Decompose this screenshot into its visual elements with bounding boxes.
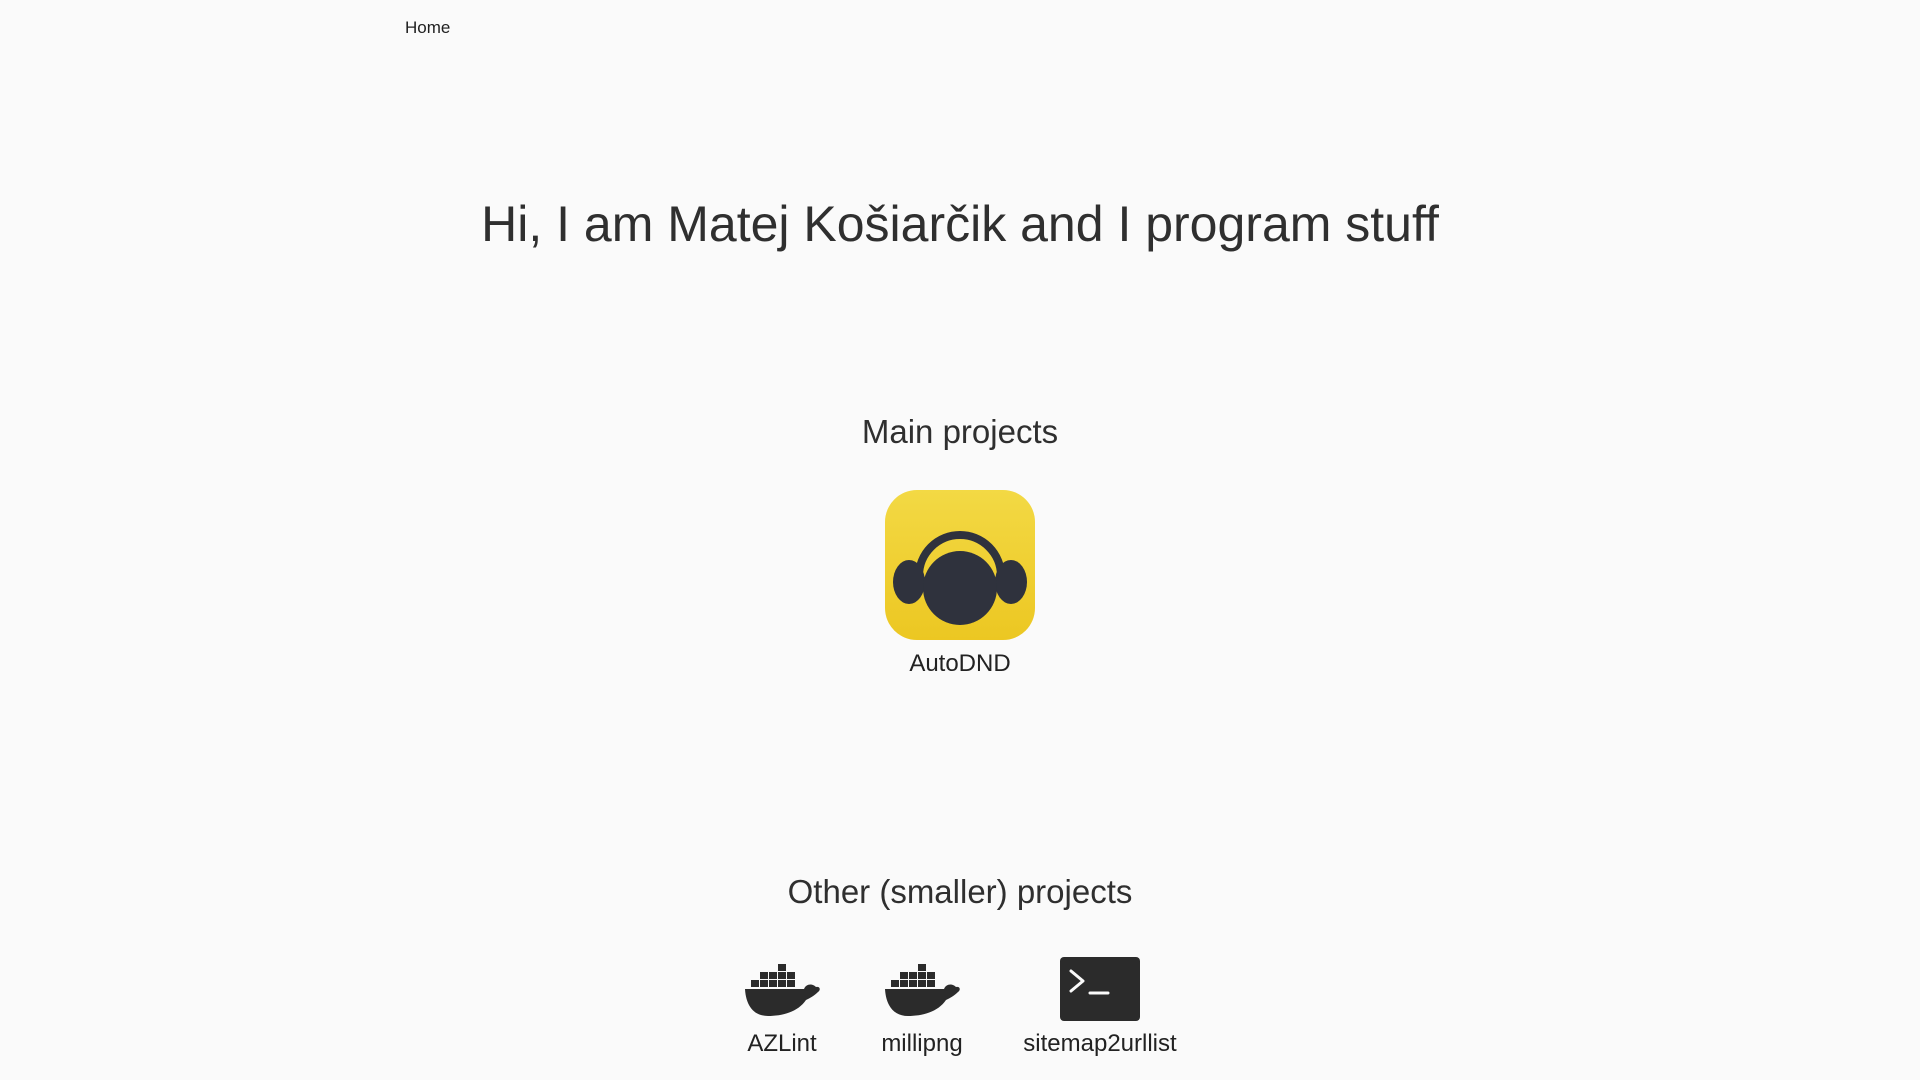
project-millipng-label: millipng: [881, 1030, 963, 1057]
main-projects-heading: Main projects: [861, 413, 1059, 450]
project-sitemap2urllist-label: sitemap2urllist: [1023, 1030, 1177, 1057]
other-projects-heading: Other (smaller) projects: [787, 873, 1133, 910]
project-azlint-label: AZLint: [747, 1030, 817, 1057]
project-azlint[interactable]: AZLint: [742, 958, 822, 1058]
project-millipng[interactable]: millipng: [881, 958, 963, 1058]
project-autodnd[interactable]: AutoDND: [885, 490, 1035, 678]
project-autodnd-label: AutoDND: [909, 650, 1011, 677]
project-sitemap2urllist[interactable]: sitemap2urllist: [1020, 957, 1180, 1058]
terminal-icon: [1060, 957, 1140, 1021]
docker-whale-icon: [882, 958, 962, 1020]
docker-whale-icon: [742, 958, 822, 1020]
page: Home Hi, I am Matej Košiarčik and I prog…: [0, 0, 1920, 1080]
top-nav: Home: [405, 18, 450, 38]
nav-home-link[interactable]: Home: [405, 18, 450, 37]
headphones-app-icon: [885, 490, 1035, 640]
hero-heading: Hi, I am Matej Košiarčik and I program s…: [481, 196, 1439, 252]
